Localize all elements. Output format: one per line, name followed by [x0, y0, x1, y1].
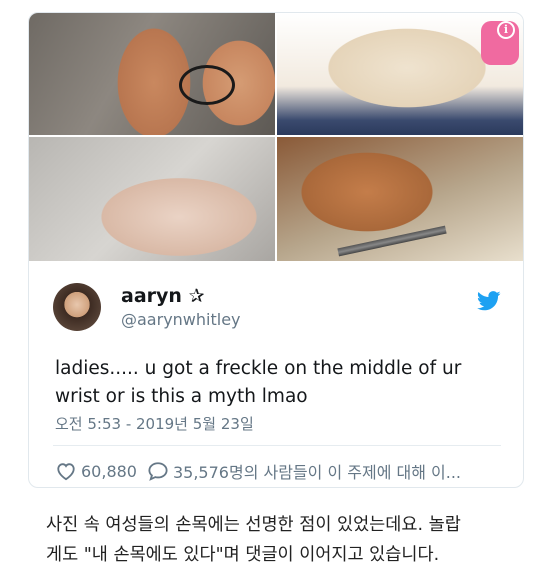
- reply-action[interactable]: 35,576명의 사람들이 이 주제에 대해 이...: [147, 459, 461, 483]
- twitter-bird-icon[interactable]: [477, 291, 501, 311]
- like-count: 60,880: [81, 461, 137, 481]
- like-action[interactable]: 60,880: [55, 461, 137, 481]
- reply-bubble-icon: [148, 462, 168, 481]
- tweet-photo-grid: i: [29, 13, 523, 261]
- reply-summary: 35,576명의 사람들이 이 주제에 대해 이...: [172, 463, 462, 482]
- caption-line-2: 게도 "내 손목에도 있다"며 댓글이 이어지고 있습니다.: [46, 545, 440, 565]
- star-icon: ✰: [188, 285, 205, 307]
- display-name[interactable]: aaryn ✰: [121, 285, 204, 307]
- wristband: [337, 225, 447, 257]
- tweet-timestamp[interactable]: 오전 5:53 - 2019년 5월 23일: [55, 413, 254, 434]
- divider: [53, 445, 501, 446]
- tweet-body: aaryn ✰ @aarynwhitley ladies..... u got …: [29, 263, 523, 487]
- tweet-photo-3[interactable]: [29, 137, 275, 261]
- tweet-photo-2[interactable]: i: [277, 13, 523, 135]
- display-name-text: aaryn: [121, 285, 182, 307]
- heart-icon: [57, 463, 75, 481]
- embedded-tweet-card[interactable]: i aaryn ✰ @aarynwhitley ladies..... u go…: [28, 12, 524, 488]
- tweet-text: ladies..... u got a freckle on the middl…: [55, 358, 462, 407]
- tweet-actions: 60,880 35,576명의 사람들이 이 주제에 대해 이...: [55, 459, 461, 483]
- tweet-photo-1[interactable]: [29, 13, 275, 135]
- article-caption: 사진 속 여성들의 손목에는 선명한 점이 있었는데요. 놀랍 게도 "내 손목…: [46, 510, 536, 570]
- user-handle[interactable]: @aarynwhitley: [121, 310, 241, 329]
- tweet-photo-4[interactable]: [277, 137, 523, 261]
- caption-line-1: 사진 속 여성들의 손목에는 선명한 점이 있었는데요. 놀랍: [46, 515, 461, 535]
- black-hair-tie: [179, 65, 235, 105]
- avatar[interactable]: [53, 283, 101, 331]
- info-icon[interactable]: i: [497, 21, 515, 39]
